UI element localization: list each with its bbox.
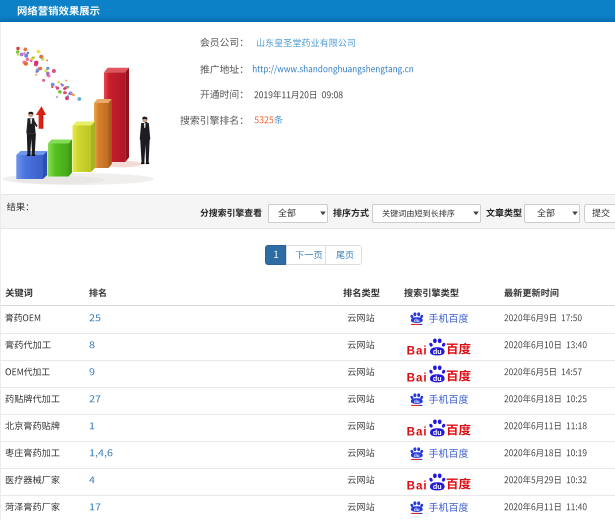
svg-text:du: du <box>414 453 420 458</box>
svg-text:du: du <box>433 428 442 437</box>
svg-text:Bai: Bai <box>407 372 428 385</box>
svg-text:du: du <box>414 507 420 512</box>
svg-text:Bai: Bai <box>407 345 428 358</box>
svg-text:du: du <box>414 399 420 404</box>
svg-text:Bai: Bai <box>407 426 428 439</box>
svg-text:du: du <box>414 318 420 323</box>
svg-text:Bai: Bai <box>407 480 428 493</box>
svg-text:du: du <box>433 482 442 491</box>
svg-text:du: du <box>433 374 442 383</box>
svg-text:du: du <box>433 347 442 356</box>
